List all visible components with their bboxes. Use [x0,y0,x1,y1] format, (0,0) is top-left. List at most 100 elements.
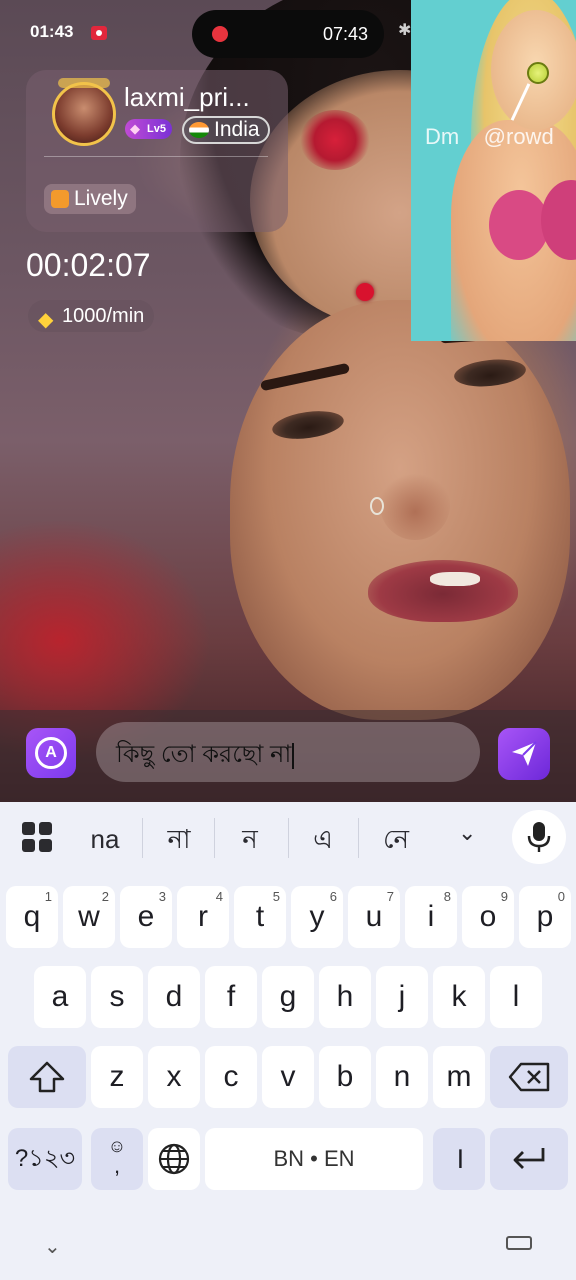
key-i-number: 8 [443,889,451,904]
key-p[interactable]: p0 [519,886,571,948]
lively-icon [51,190,69,208]
country-label: India [214,118,260,141]
translate-button[interactable]: A [26,728,76,778]
key-t-number: 5 [272,889,280,904]
key-n[interactable]: n [376,1046,428,1108]
suggestion-divider [288,818,289,858]
keyboard [0,802,576,1280]
key-o[interactable]: o9 [462,886,514,948]
key-u-label: u [365,900,383,933]
key-j[interactable]: j [376,966,428,1028]
india-flag-icon [189,122,209,138]
mic-icon [527,822,551,852]
key-s[interactable]: s [91,966,143,1028]
call-rate-label: 1000/min [62,305,145,327]
key-c[interactable]: c [205,1046,257,1108]
lively-tag: Lively [44,184,136,214]
key-i-label: i [427,900,435,933]
key-t[interactable]: t5 [234,886,286,948]
key-g[interactable]: g [262,966,314,1028]
suggestion-4[interactable]: এ [296,822,350,856]
key-k[interactable]: k [433,966,485,1028]
send-icon [512,741,537,766]
key-o-label: o [479,900,497,933]
avatar-frame-icon [58,78,110,88]
card-divider [44,156,268,157]
key-l[interactable]: l [490,966,542,1028]
chevron-down-icon[interactable]: ⌄ [458,820,476,846]
key-u[interactable]: u7 [348,886,400,948]
key-e[interactable]: e3 [120,886,172,948]
shift-icon [29,1061,65,1093]
level-badge: Lv5 [125,119,172,139]
key-w-number: 2 [101,889,109,904]
key-e-number: 3 [158,889,166,904]
suggestion-2[interactable]: না [152,822,206,856]
backspace-icon [508,1062,550,1092]
key-r-number: 4 [215,889,223,904]
globe-icon [158,1143,190,1175]
host-username: laxmi_pri... [124,82,250,112]
key-z[interactable]: z [91,1046,143,1108]
period-key[interactable]: । [433,1128,485,1190]
video-nose-ring [370,497,384,515]
call-pill[interactable]: 07:43 [192,10,384,58]
recording-icon [91,26,107,40]
key-r-label: r [198,900,208,933]
key-w[interactable]: w2 [63,886,115,948]
key-y-label: y [309,900,325,933]
translate-icon: A [35,737,67,769]
key-x[interactable]: x [148,1046,200,1108]
settings-icon: ✱ [398,22,412,39]
call-rate: ◆ 1000/min [28,300,155,332]
suggestion-3[interactable]: ন [222,822,278,856]
key-m[interactable]: m [433,1046,485,1108]
ad-banner[interactable]: Dm @rowd [411,0,576,341]
language-key[interactable] [148,1128,200,1190]
voice-input-button[interactable] [512,810,566,864]
host-avatar[interactable] [52,82,116,146]
backspace-key[interactable] [490,1046,568,1108]
key-d[interactable]: d [148,966,200,1028]
apps-grid-icon[interactable] [22,822,52,852]
key-r[interactable]: r4 [177,886,229,948]
space-key[interactable]: BN • EN [205,1128,423,1190]
suggestion-divider [358,818,359,858]
key-i[interactable]: i8 [405,886,457,948]
send-button[interactable] [498,728,550,780]
suggestion-divider [142,818,143,858]
enter-icon [513,1148,545,1169]
video-lips [368,560,518,622]
ad-illustration-lollipop [527,62,549,84]
suggestion-5[interactable]: নে [366,822,426,856]
key-a[interactable]: a [34,966,86,1028]
video-sindoor [300,110,370,170]
key-q-number: 1 [44,889,52,904]
key-v[interactable]: v [262,1046,314,1108]
key-t-label: t [255,900,265,933]
message-input-text: কিছু তো করছো না [116,736,295,776]
key-y[interactable]: y6 [291,886,343,948]
status-time: 01:43 [30,22,74,41]
key-e-label: e [137,900,155,933]
key-q[interactable]: q1 [6,886,58,948]
key-p-label: p [536,900,554,933]
country-badge: India [182,116,270,144]
key-b[interactable]: b [319,1046,371,1108]
hide-keyboard-chevron-icon[interactable]: ⌄ [44,1234,61,1259]
call-timer: 00:02:07 [26,247,151,283]
key-q-label: q [23,900,41,933]
video-bindi [356,283,374,301]
suggestion-divider [214,818,215,858]
key-u-number: 7 [386,889,394,904]
keyboard-icon[interactable] [506,1236,532,1250]
diamond-icon: ◆ [38,309,54,331]
key-f[interactable]: f [205,966,257,1028]
enter-key[interactable] [490,1128,568,1190]
symbols-key[interactable]: ?১২৩ [8,1128,82,1190]
emoji-comma-key[interactable]: ☺ , [91,1128,143,1190]
key-h[interactable]: h [319,966,371,1028]
shift-key[interactable] [8,1046,86,1108]
comma-label: , [113,1153,121,1178]
suggestion-1[interactable]: na [80,822,130,856]
